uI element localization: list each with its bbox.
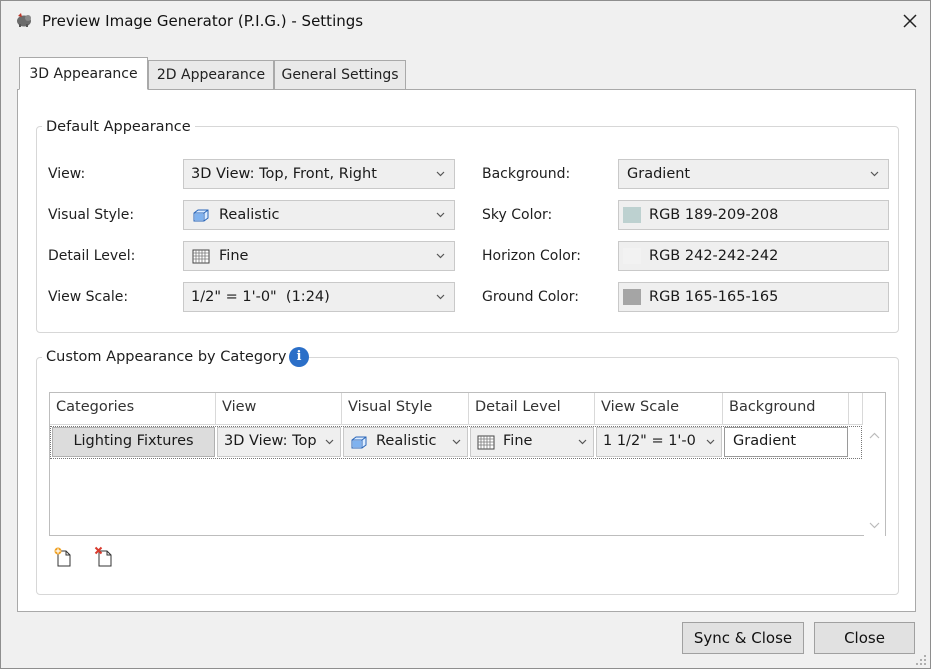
- scroll-down-icon[interactable]: [869, 522, 880, 529]
- horizon-color-picker[interactable]: RGB 242-242-242: [618, 241, 889, 271]
- detail-level-value: Fine: [219, 248, 249, 264]
- title-bar: Preview Image Generator (P.I.G.) - Setti…: [1, 1, 930, 41]
- chevron-down-icon: [436, 253, 445, 259]
- row-view-value: 3D View: Top: [224, 433, 317, 449]
- column-header-categories[interactable]: Categories: [50, 393, 216, 425]
- visual-style-value: Realistic: [219, 207, 280, 223]
- tab-panel-3d-appearance: Default Appearance View: 3D View: Top, F…: [17, 89, 916, 612]
- background-dropdown[interactable]: Gradient: [618, 159, 889, 189]
- row-visual-style-value: Realistic: [376, 433, 437, 449]
- default-appearance-title: Default Appearance: [42, 119, 195, 135]
- chevron-down-icon: [578, 439, 587, 445]
- settings-dialog: Preview Image Generator (P.I.G.) - Setti…: [0, 0, 931, 669]
- view-label: View:: [48, 166, 86, 182]
- background-label: Background:: [482, 166, 571, 182]
- grid-vertical-scrollbar[interactable]: [864, 426, 885, 536]
- ground-color-label: Ground Color:: [482, 289, 579, 305]
- sky-color-label: Sky Color:: [482, 207, 553, 223]
- close-icon[interactable]: [897, 8, 923, 34]
- sync-close-button[interactable]: Sync & Close: [682, 622, 804, 654]
- realistic-style-icon: [193, 209, 209, 222]
- tab-3d-appearance[interactable]: 3D Appearance: [19, 57, 148, 90]
- window-title: Preview Image Generator (P.I.G.) - Setti…: [42, 12, 364, 30]
- view-dropdown[interactable]: 3D View: Top, Front, Right: [183, 159, 455, 189]
- fine-detail-icon: [192, 249, 210, 264]
- column-header-view[interactable]: View: [216, 393, 342, 425]
- detail-level-label: Detail Level:: [48, 248, 136, 264]
- horizon-color-value: RGB 242-242-242: [649, 248, 779, 264]
- row-visual-style-dropdown[interactable]: Realistic: [343, 427, 468, 457]
- add-category-icon[interactable]: [52, 546, 74, 568]
- info-icon[interactable]: i: [289, 347, 309, 367]
- column-header-background[interactable]: Background: [723, 393, 849, 425]
- scroll-up-icon[interactable]: [869, 432, 880, 439]
- chevron-down-icon: [436, 294, 445, 300]
- horizon-color-swatch: [623, 248, 641, 264]
- background-value: Gradient: [627, 166, 691, 182]
- fine-detail-icon: [477, 435, 495, 450]
- resize-grip-icon[interactable]: [912, 651, 928, 667]
- remove-category-icon[interactable]: [93, 546, 115, 568]
- row-category-cell[interactable]: Lighting Fixtures: [52, 427, 215, 457]
- ground-color-swatch: [623, 289, 641, 305]
- chevron-down-icon: [436, 171, 445, 177]
- ground-color-value: RGB 165-165-165: [649, 289, 779, 305]
- horizon-color-label: Horizon Color:: [482, 248, 581, 264]
- tab-general-settings[interactable]: General Settings: [274, 60, 406, 90]
- ground-color-picker[interactable]: RGB 165-165-165: [618, 282, 889, 312]
- realistic-style-icon: [351, 436, 367, 449]
- column-header-spacer: [849, 393, 863, 425]
- view-scale-value: 1/2" = 1'-0" (1:24): [191, 289, 330, 305]
- row-view-dropdown[interactable]: 3D View: Top: [217, 427, 341, 457]
- chevron-down-icon: [870, 171, 879, 177]
- row-view-scale-dropdown[interactable]: 1 1/2" = 1'-0: [596, 427, 722, 457]
- tab-2d-appearance[interactable]: 2D Appearance: [148, 60, 274, 90]
- visual-style-label: Visual Style:: [48, 207, 135, 223]
- custom-appearance-title: Custom Appearance by Category: [42, 349, 291, 365]
- close-button[interactable]: Close: [814, 622, 915, 654]
- view-dropdown-value: 3D View: Top, Front, Right: [191, 166, 377, 182]
- category-grid: Categories View Visual Style Detail Leve…: [49, 392, 886, 536]
- column-header-detail-level[interactable]: Detail Level: [469, 393, 595, 425]
- column-header-view-scale[interactable]: View Scale: [595, 393, 723, 425]
- detail-level-dropdown[interactable]: Fine: [183, 241, 455, 271]
- chevron-down-icon: [452, 439, 461, 445]
- pig-app-icon: [17, 13, 31, 27]
- view-scale-dropdown[interactable]: 1/2" = 1'-0" (1:24): [183, 282, 455, 312]
- sky-color-swatch: [623, 207, 641, 223]
- column-header-visual-style[interactable]: Visual Style: [342, 393, 469, 425]
- sky-color-value: RGB 189-209-208: [649, 207, 779, 223]
- row-detail-level-value: Fine: [503, 433, 533, 449]
- row-view-scale-value: 1 1/2" = 1'-0: [603, 433, 696, 449]
- row-background-input[interactable]: Gradient: [724, 427, 848, 457]
- chevron-down-icon: [325, 439, 334, 445]
- chevron-down-icon: [436, 212, 445, 218]
- row-detail-level-dropdown[interactable]: Fine: [470, 427, 594, 457]
- sky-color-picker[interactable]: RGB 189-209-208: [618, 200, 889, 230]
- visual-style-dropdown[interactable]: Realistic: [183, 200, 455, 230]
- view-scale-label: View Scale:: [48, 289, 129, 305]
- chevron-down-icon: [706, 439, 715, 445]
